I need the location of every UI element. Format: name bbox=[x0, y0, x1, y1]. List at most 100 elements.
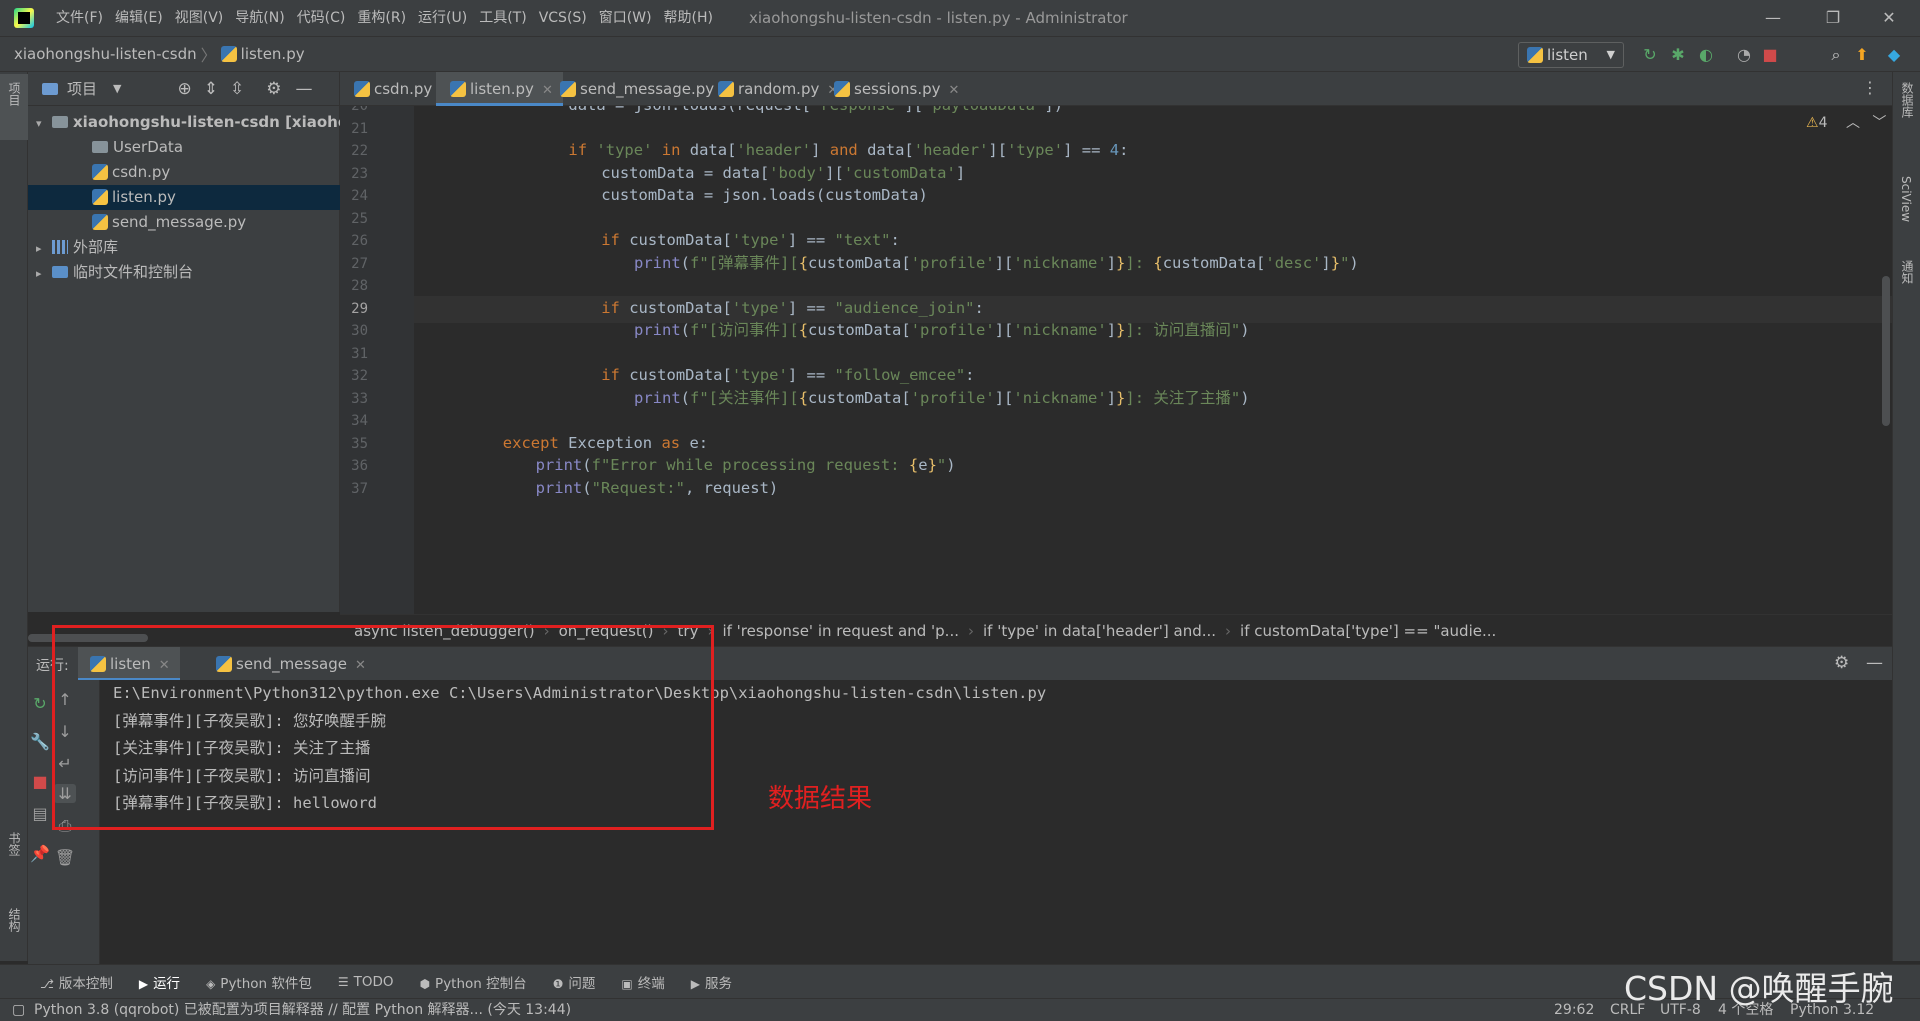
profile-icon[interactable]: ◔ bbox=[1734, 45, 1754, 65]
python-file-icon bbox=[834, 81, 850, 97]
tool-window-button[interactable]: ▶ 运行 bbox=[139, 972, 180, 992]
menu-item[interactable]: 重构(R) bbox=[351, 0, 412, 36]
tree-item[interactable]: send_message.py bbox=[28, 210, 340, 235]
tool-window-button[interactable]: ⬢ Python 控制台 bbox=[420, 972, 527, 992]
layout-icon[interactable]: ▤ bbox=[29, 804, 51, 823]
project-tool-button[interactable]: 项目 bbox=[0, 74, 28, 140]
tree-item[interactable]: ▸ 临时文件和控制台 bbox=[28, 260, 340, 285]
line-number: 28 bbox=[351, 278, 368, 294]
structure-tool-label[interactable]: 结构 bbox=[6, 908, 23, 932]
editor-tab-bar: csdn.py✕listen.py✕send_message.py✕random… bbox=[340, 72, 1892, 106]
collapse-all-icon[interactable]: ⇳ bbox=[230, 79, 244, 99]
tool-window-button[interactable]: ▶ 服务 bbox=[691, 972, 732, 992]
hide-icon[interactable]: — bbox=[1866, 653, 1883, 673]
nav-file-name[interactable]: listen.py bbox=[241, 45, 305, 63]
close-tab-icon[interactable]: ✕ bbox=[949, 83, 960, 98]
menu-item[interactable]: 运行(U) bbox=[412, 0, 473, 36]
tool-window-label: 运行 bbox=[153, 975, 181, 992]
breadcrumb-item[interactable]: if 'response' in request and 'p... bbox=[722, 622, 959, 640]
update-icon[interactable]: ⬆ bbox=[1852, 45, 1872, 65]
more-tabs-icon[interactable]: ⋮ bbox=[1862, 78, 1878, 97]
menu-item[interactable]: 代码(C) bbox=[291, 0, 352, 36]
tree-item[interactable]: ▾ xiaohongshu-listen-csdn [xiaohong bbox=[28, 110, 340, 135]
annotation-highlight-box bbox=[52, 625, 714, 830]
chevron-down-icon[interactable]: ﹀ bbox=[1872, 115, 1886, 131]
tool-window-icon: ▶ bbox=[138, 976, 149, 991]
menu-item[interactable]: 工具(T) bbox=[473, 0, 532, 36]
tree-item[interactable]: ▸ 外部库 bbox=[28, 235, 340, 260]
database-tool-label[interactable]: 数据库 bbox=[1899, 82, 1916, 118]
menu-item[interactable]: 窗口(W) bbox=[593, 0, 658, 36]
chevron-icon[interactable]: ▾ bbox=[36, 111, 52, 135]
editor-scrollbar[interactable] bbox=[1882, 276, 1890, 426]
line-number: 37 bbox=[351, 480, 368, 497]
pin-icon[interactable]: 📌 bbox=[29, 844, 51, 863]
python-file-icon bbox=[354, 81, 370, 97]
line-number: 20 bbox=[351, 106, 368, 114]
restore-icon[interactable]: ❐ bbox=[1810, 0, 1856, 36]
line-number: 27 bbox=[351, 255, 368, 272]
project-view-icon bbox=[42, 82, 58, 95]
menu-item[interactable]: VCS(S) bbox=[533, 0, 593, 36]
menu-item[interactable]: 帮助(H) bbox=[658, 0, 719, 36]
expand-all-icon[interactable]: ⇕ bbox=[204, 79, 218, 99]
jetbrains-logo-icon[interactable]: ◆ bbox=[1884, 45, 1904, 65]
wrench-icon[interactable]: 🔧 bbox=[29, 732, 51, 751]
project-panel-header: 项目 ▼ ⊕ ⇕ ⇳ ⚙ — bbox=[28, 72, 339, 106]
tree-item[interactable]: csdn.py bbox=[28, 160, 340, 185]
menu-item[interactable]: 文件(F) bbox=[50, 0, 109, 36]
line-number: 21 bbox=[351, 120, 368, 137]
line-number: 23 bbox=[351, 165, 368, 182]
trash-icon[interactable]: 🗑 bbox=[54, 848, 76, 867]
editor-tab[interactable]: listen.py ✕ bbox=[436, 72, 563, 106]
line-number: 30 bbox=[351, 323, 368, 339]
chevron-icon[interactable]: ▸ bbox=[36, 236, 52, 260]
chevron-down-icon[interactable]: ▼ bbox=[113, 82, 121, 95]
cursor-position[interactable]: 29:62 bbox=[1554, 999, 1594, 1021]
nav-project-name[interactable]: xiaohongshu-listen-csdn bbox=[0, 45, 197, 63]
tool-window-button[interactable]: ⎇ 版本控制 bbox=[40, 972, 113, 992]
menu-item[interactable]: 编辑(E) bbox=[109, 0, 169, 36]
sciview-tool-label[interactable]: SciView bbox=[1899, 176, 1913, 222]
editor-tab[interactable]: sessions.py ✕ bbox=[820, 72, 969, 106]
tool-window-button[interactable]: ❶ 问题 bbox=[553, 972, 596, 992]
search-icon[interactable]: ⌕ bbox=[1826, 45, 1846, 65]
stop-icon[interactable]: ■ bbox=[1760, 45, 1780, 65]
notifications-tool-label[interactable]: 通知 bbox=[1899, 260, 1916, 284]
tool-window-icon: ⎇ bbox=[40, 976, 54, 991]
tool-window-button[interactable]: ☰ TODO bbox=[338, 974, 394, 990]
line-number: 35 bbox=[351, 435, 368, 452]
status-message[interactable]: Python 3.8 (qqrobot) 已被配置为项目解释器 // 配置 Py… bbox=[34, 999, 571, 1021]
tool-window-button[interactable]: ◈ Python 软件包 bbox=[206, 972, 312, 992]
minimize-icon[interactable]: — bbox=[1750, 0, 1796, 36]
code-editor[interactable]: 202122232425262728293031323334353637 dat… bbox=[340, 106, 1892, 614]
chevron-up-icon[interactable]: ︿ bbox=[1846, 115, 1860, 131]
inspection-widget[interactable]: ⚠4 ︿ ﹀ bbox=[1806, 112, 1886, 132]
debug-icon[interactable]: ✱ bbox=[1668, 45, 1688, 65]
navigation-bar: xiaohongshu-listen-csdn 〉 listen.py list… bbox=[0, 36, 1920, 72]
menu-item[interactable]: 导航(N) bbox=[229, 0, 290, 36]
project-panel-title[interactable]: 项目 bbox=[67, 78, 97, 99]
coverage-icon[interactable]: ◐ bbox=[1696, 45, 1716, 65]
stop-icon[interactable]: ■ bbox=[29, 772, 51, 791]
window-title: xiaohongshu-listen-csdn - listen.py - Ad… bbox=[749, 9, 1128, 27]
menu-item[interactable]: 视图(V) bbox=[169, 0, 230, 36]
run-config-select[interactable]: listen ▼ bbox=[1518, 42, 1624, 68]
hide-icon[interactable]: — bbox=[295, 79, 312, 99]
breadcrumb-item[interactable]: if customData['type'] == "audie... bbox=[1240, 622, 1496, 640]
chevron-right-icon: 〉 bbox=[200, 46, 217, 65]
gear-icon[interactable]: ⚙ bbox=[266, 79, 281, 99]
bookmarks-tool-label[interactable]: 书签 bbox=[6, 832, 23, 856]
rerun-icon[interactable]: ↻ bbox=[29, 694, 51, 713]
chevron-icon[interactable]: ▸ bbox=[36, 261, 52, 285]
gear-icon[interactable]: ⚙ bbox=[1834, 653, 1849, 673]
code-line[interactable]: print("Request:", request) bbox=[536, 475, 1836, 502]
locate-icon[interactable]: ⊕ bbox=[177, 79, 191, 99]
tree-item[interactable]: UserData bbox=[28, 135, 340, 160]
rerun-icon[interactable]: ↻ bbox=[1640, 45, 1660, 65]
tree-item[interactable]: listen.py bbox=[28, 185, 340, 210]
project-panel: 项目 ▼ ⊕ ⇕ ⇳ ⚙ — ▾ xiaohongshu-listen-csdn … bbox=[28, 72, 340, 612]
breadcrumb-item[interactable]: if 'type' in data['header'] and... bbox=[983, 622, 1216, 640]
tool-window-button[interactable]: ▣ 终端 bbox=[621, 972, 664, 992]
close-icon[interactable]: ✕ bbox=[1866, 0, 1912, 36]
